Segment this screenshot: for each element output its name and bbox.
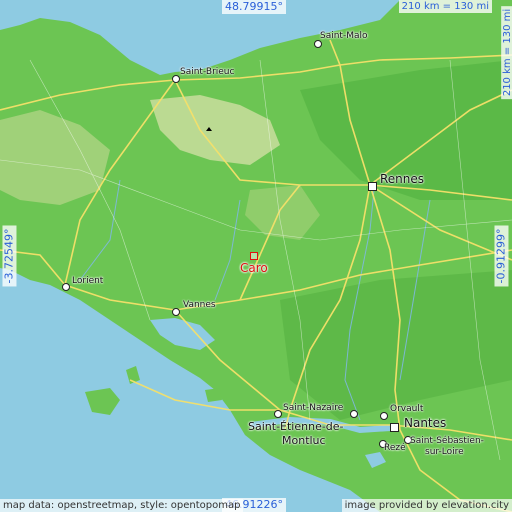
city-dot-lorient: [62, 283, 70, 291]
city-dot-vannes: [172, 308, 180, 316]
city-dot-saint-brieuc: [172, 75, 180, 83]
city-label-nantes: Nantes: [404, 416, 447, 430]
city-dot-orvault: [380, 412, 388, 420]
map-credit-left: map data: openstreetmap, style: opentopo…: [0, 499, 244, 512]
peak-icon: [206, 127, 212, 131]
location-marker-icon[interactable]: [250, 252, 258, 260]
left-longitude-label: -3.72549°: [2, 225, 17, 287]
city-label-saint-etienne-line2: Montluc: [282, 434, 326, 447]
city-label-vannes: Vannes: [183, 300, 216, 310]
scale-horizontal-label: 210 km = 130 mi: [398, 0, 492, 13]
city-dot-nantes: [390, 423, 399, 432]
city-label-rennes: Rennes: [380, 172, 425, 186]
city-dot-rennes: [368, 182, 377, 191]
top-latitude-label: 48.79915°: [222, 0, 286, 14]
scale-vertical-label: 210 km = 130 mi: [500, 5, 512, 100]
right-longitude-label: -0.91299°: [494, 225, 509, 287]
city-label-saint-brieuc: Saint-Brieuc: [180, 67, 235, 77]
island: [205, 388, 222, 402]
map-view[interactable]: Saint-Malo Saint-Brieuc Rennes Lorient V…: [0, 0, 512, 512]
city-label-saint-sebastien-line2: sur-Loire: [425, 447, 464, 457]
city-dot-small: [350, 410, 358, 418]
city-label-saint-sebastien-line1: Saint-Sébastien-: [410, 436, 484, 446]
map-credit-right: image provided by elevation.city: [341, 499, 512, 512]
city-label-saint-malo: Saint-Malo: [320, 31, 368, 41]
city-label-orvault: Orvault: [390, 404, 424, 414]
city-label-reze: Rezé: [384, 443, 406, 453]
location-marker-label: Caro: [240, 261, 268, 275]
city-dot-saint-malo: [314, 40, 322, 48]
city-dot-saint-nazaire: [274, 410, 282, 418]
city-label-saint-nazaire: Saint-Nazaire: [283, 403, 344, 413]
city-label-saint-etienne-line1: Saint-Étienne-de-: [248, 420, 344, 433]
city-label-lorient: Lorient: [72, 276, 104, 286]
